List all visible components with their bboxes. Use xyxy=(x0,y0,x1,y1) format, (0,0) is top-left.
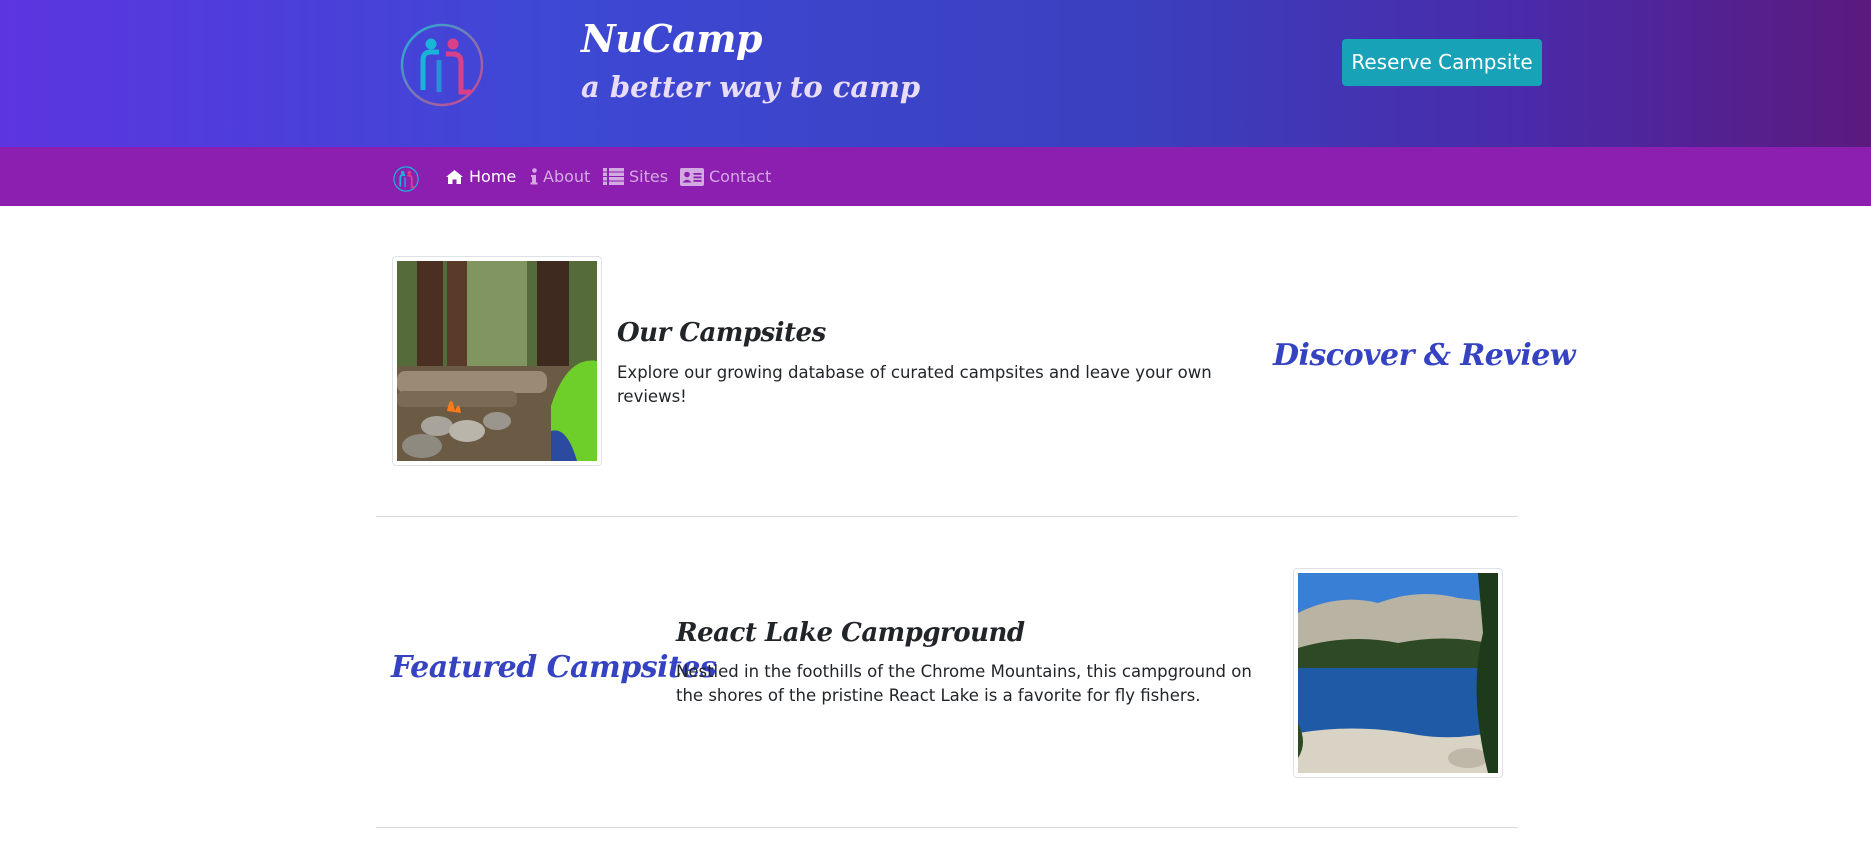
info-icon xyxy=(530,168,538,185)
reserve-campsite-button[interactable]: Reserve Campsite xyxy=(1342,39,1542,86)
nav-label-about: About xyxy=(543,167,591,186)
nav-item-contact[interactable]: Contact xyxy=(680,147,771,206)
nav-item-home[interactable]: Home xyxy=(445,147,516,206)
accent-heading-discover-review: Discover & Review xyxy=(1273,338,1576,373)
campsites-image-frame xyxy=(392,256,602,466)
accent-heading-featured-campsites: Featured Campsites xyxy=(391,650,717,685)
brand-subtitle: a better way to camp xyxy=(581,70,921,104)
nav-label-home: Home xyxy=(469,167,517,186)
campfire-forest-image xyxy=(397,261,597,461)
lake-image xyxy=(1298,573,1498,773)
nav-item-sites[interactable]: Sites xyxy=(603,147,668,206)
nav-item-about[interactable]: About xyxy=(530,147,590,206)
section-text-our-campsites: Explore our growing database of curated … xyxy=(617,363,1212,406)
main-navbar: Home About Sites Contact xyxy=(0,147,1871,206)
nav-label-contact: Contact xyxy=(709,167,772,186)
section-divider xyxy=(376,516,1518,517)
section-title-react-lake: React Lake Campground xyxy=(676,618,1025,648)
react-lake-image-frame xyxy=(1293,568,1503,778)
nav-label-sites: Sites xyxy=(629,167,669,186)
home-icon xyxy=(446,169,463,184)
list-icon xyxy=(603,168,624,185)
section-text-react-lake: Nestled in the foothills of the Chrome M… xyxy=(676,662,1252,705)
nucamp-logo-icon[interactable] xyxy=(399,22,485,108)
section-title-our-campsites: Our Campsites xyxy=(617,318,826,348)
site-header: NuCamp a better way to camp Reserve Camp… xyxy=(0,0,1871,147)
nav-logo-icon[interactable] xyxy=(393,166,419,192)
brand-title: NuCamp xyxy=(581,16,763,61)
section-divider-bottom xyxy=(376,827,1518,828)
address-card-icon xyxy=(680,167,704,186)
